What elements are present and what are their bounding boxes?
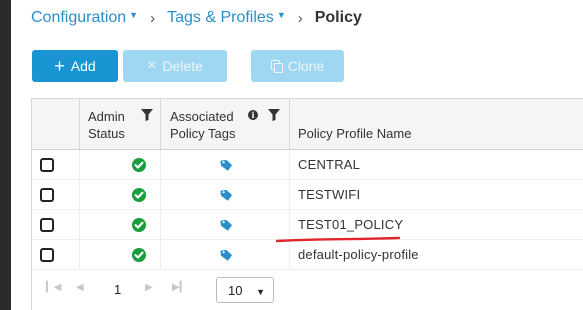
header-associated-policy-tags[interactable]: Associated Policy Tags i [161,99,290,149]
header-admin-status-label: Admin Status [88,108,125,142]
check-circle-icon [132,188,146,202]
table-row[interactable]: TESTWIFI [32,180,583,210]
admin-status-cell [80,210,161,240]
admin-status-cell [80,150,161,180]
clone-icon [270,60,283,73]
clone-button[interactable]: Clone [251,50,344,82]
row-select-cell [32,240,80,270]
header-policy-profile-name[interactable]: Policy Profile Name [290,99,583,149]
check-circle-icon [132,218,146,232]
previous-page-icon[interactable]: ◀ [76,282,84,293]
row-checkbox[interactable] [40,158,54,172]
policy-tags-cell [161,240,290,270]
admin-status-cell [80,240,161,270]
row-select-cell [32,180,80,210]
row-checkbox[interactable] [40,218,54,232]
table-header: Admin Status Associated Policy Tags i Po… [32,99,583,150]
next-page-icon[interactable]: ▶ [145,282,153,293]
toolbar: + Add × Delete Clone [32,50,344,82]
table-row[interactable]: default-policy-profile [32,240,583,270]
check-circle-icon [132,158,146,172]
policy-profile-table: Admin Status Associated Policy Tags i Po… [31,98,583,310]
caret-down-icon: ▼ [129,10,139,20]
last-page-icon[interactable]: ▶▎ [172,282,187,293]
header-assoc-line2: Policy Tags [170,126,236,141]
admin-status-cell [80,180,161,210]
current-page-number[interactable]: 1 [114,282,121,297]
breadcrumb-tags-profiles[interactable]: Tags & Profiles ▼ [167,9,286,27]
tag-icon[interactable] [218,187,234,203]
profile-name-cell: CENTRAL [290,150,583,180]
breadcrumb-configuration[interactable]: Configuration ▼ [31,9,138,27]
tag-icon[interactable] [218,157,234,173]
header-name-label: Policy Profile Name [298,126,412,141]
header-admin-status[interactable]: Admin Status [80,99,161,149]
filter-icon[interactable] [141,109,153,121]
delete-button-label: Delete [162,58,203,74]
chevron-right-icon: › [150,9,156,27]
add-button-label: Add [70,58,96,74]
profile-name[interactable]: default-policy-profile [298,247,419,262]
breadcrumb: Configuration ▼ › Tags & Profiles ▼ › Po… [31,8,362,28]
breadcrumb-tags-profiles-label: Tags & Profiles [167,9,274,26]
breadcrumb-current: Policy [314,9,362,26]
header-admin-line1: Admin [88,109,125,124]
chevron-right-icon: › [297,9,303,27]
row-select-cell [32,210,80,240]
header-admin-line2: Status [88,126,125,141]
policy-tags-cell [161,180,290,210]
pagination: ▎◀ ◀ 1 ▶ ▶▎ 10 ▼ [32,270,583,310]
header-assoc-line1: Associated [170,109,234,124]
policy-tags-cell [161,150,290,180]
policy-tags-cell [161,210,290,240]
caret-down-icon: ▼ [276,10,286,20]
filter-icon[interactable] [268,109,280,121]
info-icon[interactable]: i [248,110,258,120]
close-icon: × [147,57,157,74]
tag-icon[interactable] [218,247,234,263]
add-button[interactable]: + Add [32,50,118,82]
plus-icon: + [54,56,65,76]
breadcrumb-configuration-label: Configuration [31,9,127,26]
header-assoc-label: Associated Policy Tags [170,108,236,142]
items-per-page-select[interactable]: 10 ▼ [216,277,274,303]
delete-button[interactable]: × Delete [123,50,227,82]
profile-name-cell: TESTWIFI [290,180,583,210]
clone-button-label: Clone [287,58,325,74]
tag-icon[interactable] [218,217,234,233]
items-per-page-value: 10 [228,283,243,298]
profile-name[interactable]: CENTRAL [298,157,360,172]
caret-down-icon: ▼ [256,287,265,297]
table-row[interactable]: CENTRAL [32,150,583,180]
first-page-icon[interactable]: ▎◀ [46,282,61,293]
profile-name[interactable]: TESTWIFI [298,187,360,202]
profile-name-cell: default-policy-profile [290,240,583,270]
row-select-cell [32,150,80,180]
left-dark-strip [0,0,11,310]
check-circle-icon [132,248,146,262]
profile-name[interactable]: TEST01_POLICY [298,217,403,232]
row-checkbox[interactable] [40,188,54,202]
header-select-column [32,99,80,149]
annotation-underline [276,236,400,243]
row-checkbox[interactable] [40,248,54,262]
